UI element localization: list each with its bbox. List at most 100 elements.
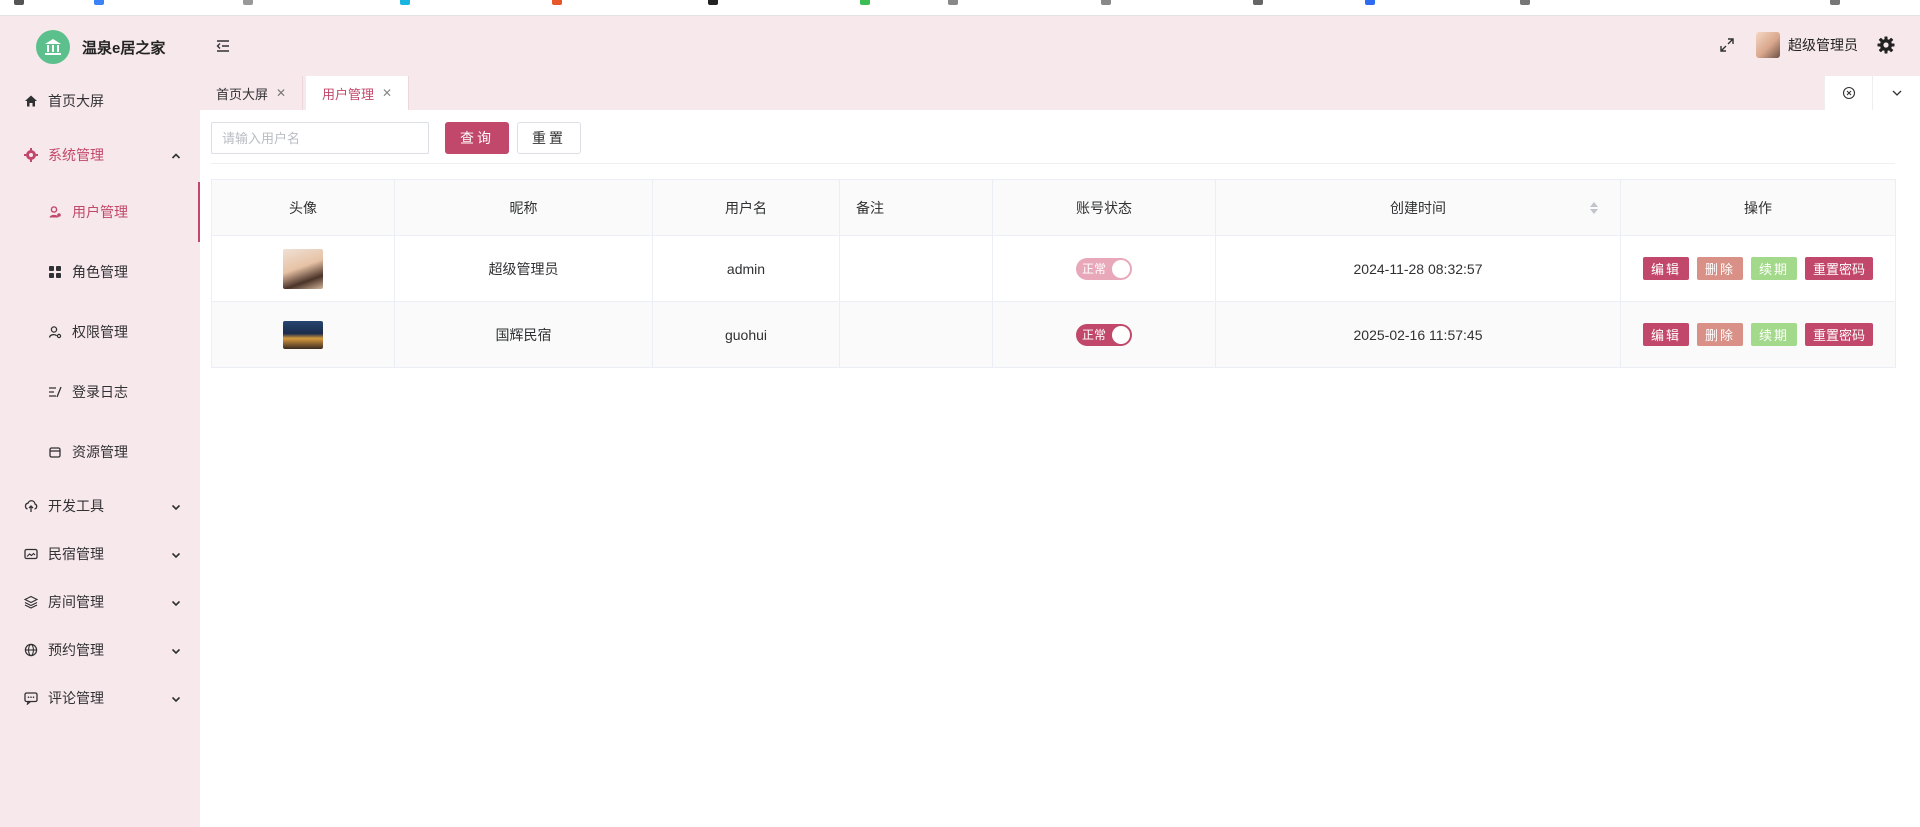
- created-cell: 2024-11-28 08:32:57: [1215, 235, 1621, 302]
- delete-button[interactable]: 删除: [1696, 323, 1743, 346]
- bookmark-icon[interactable]: [708, 0, 718, 6]
- delete-button[interactable]: 删除: [1696, 257, 1743, 280]
- sidebar-item-label: 民宿管理: [48, 546, 104, 562]
- bookmark-icon[interactable]: [400, 0, 410, 6]
- sidebar-item-label: 评论管理: [48, 690, 104, 706]
- column-header: 操作: [1620, 179, 1896, 236]
- user-menu[interactable]: 超级管理员: [1756, 32, 1858, 58]
- globe-icon: [24, 643, 38, 657]
- status-toggle[interactable]: 正常: [1076, 257, 1132, 280]
- sidebar-item-rooms[interactable]: 房间管理: [0, 578, 200, 626]
- divider: [211, 163, 1895, 164]
- table-row: 国辉民宿 guohui 正常 2025-02-16 11:57:45 编辑 删除…: [211, 301, 1896, 368]
- status-toggle-label: 正常: [1082, 328, 1107, 342]
- bookmark-icon[interactable]: [552, 0, 562, 6]
- column-header: 头像: [211, 179, 395, 236]
- chevron-down-icon[interactable]: [1872, 76, 1920, 110]
- bookmark-icon[interactable]: [1101, 0, 1111, 6]
- column-header: 账号状态: [992, 179, 1216, 236]
- close-icon[interactable]: ✕: [382, 86, 392, 100]
- layers-icon: [24, 595, 38, 609]
- sidebar-item-permissions[interactable]: 权限管理: [0, 302, 200, 362]
- avatar: [1756, 32, 1780, 58]
- reset-password-button[interactable]: 重置密码: [1805, 257, 1874, 280]
- column-header: 昵称: [394, 179, 653, 236]
- column-header-created[interactable]: 创建时间: [1215, 179, 1621, 236]
- bookmark-icon[interactable]: [94, 0, 104, 6]
- avatar-cell: [211, 235, 395, 302]
- brand[interactable]: 温泉e居之家: [36, 30, 165, 64]
- tab-dashboard[interactable]: 首页大屏 ✕: [200, 76, 304, 110]
- browser-bookmark-bar: [0, 0, 1920, 16]
- side-menu: 首页大屏 系统管理 用户管理 角色管理 权限管理 登录日志 资源管理 开发工具 …: [0, 74, 200, 722]
- sidebar-item-label: 权限管理: [72, 324, 128, 340]
- bookmark-icon[interactable]: [860, 0, 870, 6]
- sidebar-item-resources[interactable]: 资源管理: [0, 422, 200, 482]
- avatar[interactable]: [283, 248, 323, 289]
- sidebar-item-users[interactable]: 用户管理: [0, 182, 200, 242]
- reset-password-button[interactable]: 重置密码: [1805, 323, 1874, 346]
- renew-button[interactable]: 续期: [1751, 257, 1798, 280]
- query-button[interactable]: 查询: [445, 122, 509, 154]
- close-icon[interactable]: ✕: [276, 86, 286, 100]
- bookmark-icon[interactable]: [1520, 0, 1530, 6]
- chevron-down-icon: [170, 692, 182, 704]
- row-actions: 编辑 删除 续期 重置密码: [1621, 323, 1895, 346]
- sidebar-item-bookings[interactable]: 预约管理: [0, 626, 200, 674]
- chevron-down-icon: [170, 500, 182, 512]
- avatar-cell: [211, 301, 395, 368]
- remark-cell: [839, 235, 993, 302]
- tab-label: 用户管理: [322, 86, 375, 102]
- bookmark-icon[interactable]: [243, 0, 253, 6]
- sort-icon[interactable]: [1590, 201, 1598, 214]
- bank-logo-icon: [36, 30, 70, 64]
- bookmark-icon[interactable]: [948, 0, 958, 6]
- status-toggle[interactable]: 正常: [1076, 323, 1132, 346]
- search-bar: 查询 重置: [211, 122, 581, 154]
- user-key-icon: [48, 325, 62, 339]
- column-header: 用户名: [652, 179, 840, 236]
- actions-cell: 编辑 删除 续期 重置密码: [1620, 301, 1896, 368]
- close-all-tabs-icon[interactable]: [1824, 76, 1872, 110]
- bookmark-icon[interactable]: [1830, 0, 1840, 6]
- nickname-cell: 超级管理员: [394, 235, 653, 302]
- sidebar-item-system[interactable]: 系统管理: [0, 128, 200, 182]
- log-icon: [48, 385, 62, 399]
- tab-label: 首页大屏: [216, 86, 269, 102]
- sidebar-item-login-log[interactable]: 登录日志: [0, 362, 200, 422]
- username-cell: admin: [652, 235, 840, 302]
- bookmark-icon[interactable]: [1253, 0, 1263, 6]
- menu-fold-icon[interactable]: [214, 37, 232, 55]
- fullscreen-icon[interactable]: [1718, 36, 1736, 54]
- username-search-input[interactable]: [211, 122, 429, 154]
- sidebar-item-dev-tools[interactable]: 开发工具: [0, 482, 200, 530]
- sidebar-item-label: 资源管理: [72, 444, 128, 460]
- bookmark-icon[interactable]: [1365, 0, 1375, 6]
- tab-controls: [1824, 76, 1920, 110]
- sidebar-item-reviews[interactable]: 评论管理: [0, 674, 200, 722]
- sidebar-item-dashboard[interactable]: 首页大屏: [0, 74, 200, 128]
- tab-users[interactable]: 用户管理 ✕: [306, 76, 410, 110]
- reset-button[interactable]: 重置: [517, 122, 581, 154]
- settings-icon[interactable]: [1876, 35, 1896, 55]
- app-title: 温泉e居之家: [82, 39, 166, 57]
- sidebar-item-label: 房间管理: [48, 594, 104, 610]
- remark-cell: [839, 301, 993, 368]
- bookmark-icon[interactable]: [14, 0, 24, 6]
- sidebar-item-label: 登录日志: [72, 384, 128, 400]
- main-content: 查询 重置 头像 昵称 用户名 备注 账号状态 创建时间 操作: [200, 110, 1920, 827]
- sidebar-item-homestays[interactable]: 民宿管理: [0, 530, 200, 578]
- edit-button[interactable]: 编辑: [1642, 323, 1689, 346]
- status-cell: 正常: [992, 301, 1216, 368]
- row-actions: 编辑 删除 续期 重置密码: [1621, 257, 1895, 280]
- user-name: 超级管理员: [1788, 37, 1858, 53]
- status-toggle-label: 正常: [1082, 262, 1107, 276]
- column-header-label: 创建时间: [1390, 199, 1446, 216]
- renew-button[interactable]: 续期: [1751, 323, 1798, 346]
- edit-button[interactable]: 编辑: [1642, 257, 1689, 280]
- sidebar: 温泉e居之家 首页大屏 系统管理 用户管理 角色管理 权限管理 登录日志 资源管…: [0, 16, 200, 827]
- sidebar-item-roles[interactable]: 角色管理: [0, 242, 200, 302]
- box-icon: [48, 445, 62, 459]
- avatar[interactable]: [283, 320, 323, 349]
- sidebar-item-label: 预约管理: [48, 642, 104, 658]
